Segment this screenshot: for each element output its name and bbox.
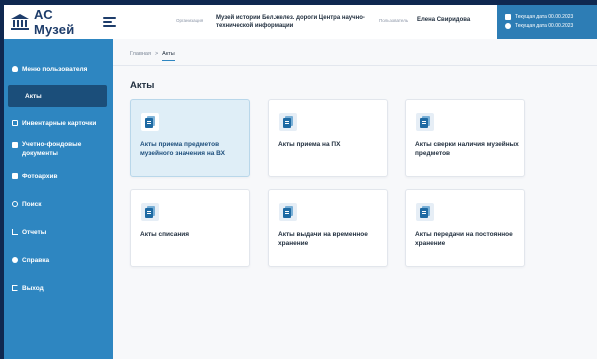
- document-icon: [416, 113, 434, 131]
- date-today-text: Текущая дата 00.00.2023: [515, 13, 574, 20]
- sidebar-item-help[interactable]: Справка: [4, 251, 113, 269]
- sidebar-item-acts[interactable]: Акты: [8, 85, 107, 107]
- date-panel: Текущая дата 00.00.2023 Текущая дата 00.…: [497, 5, 597, 39]
- document-icon: [279, 113, 297, 131]
- sidebar-item-label: Меню пользователя: [22, 65, 88, 73]
- breadcrumb: Главная > Акты: [130, 51, 175, 61]
- act-card-permanent-transfer[interactable]: Акты передачи на постоянное хранение: [405, 189, 525, 267]
- sidebar-item-label: Справка: [22, 256, 50, 264]
- calendar-icon: [505, 13, 511, 20]
- header-divider: [113, 65, 597, 66]
- breadcrumb-current: Акты: [162, 51, 175, 61]
- menu-toggle-icon[interactable]: [103, 17, 116, 27]
- camera-icon: [12, 173, 18, 179]
- sidebar-item-accounting-docs[interactable]: Учетно-фондовые документы: [4, 138, 113, 160]
- act-card-temporary-issue[interactable]: Акты выдачи на временное хранение: [268, 189, 388, 267]
- sidebar-item-label: Поиск: [22, 200, 42, 208]
- sidebar-item-label: Фотоархив: [22, 172, 58, 180]
- organization-name: Музей истории Бел.желез. дороги Центра н…: [216, 15, 365, 29]
- top-header: АС Музей Организация Музей истории Бел.ж…: [4, 5, 597, 39]
- date-current-text: Текущая дата 00.00.2023: [515, 22, 574, 29]
- sidebar-item-user-menu[interactable]: Меню пользователя: [4, 60, 113, 78]
- card-label: Акты сверки наличия музейных предметов: [415, 141, 519, 157]
- document-icon: [141, 113, 159, 131]
- app-logo[interactable]: АС Музей: [4, 5, 116, 39]
- sidebar-item-inventory-cards[interactable]: Инвентарные карточки: [4, 114, 113, 132]
- breadcrumb-separator: >: [154, 51, 159, 57]
- card-label: Акты приема на ПХ: [278, 141, 341, 148]
- card-icon: [12, 120, 18, 126]
- user-name[interactable]: Елена Свиридова: [417, 17, 470, 23]
- card-label: Акты списания: [140, 231, 190, 238]
- chart-icon: [12, 229, 18, 235]
- app-frame: АС Музей Организация Музей истории Бел.ж…: [0, 0, 597, 359]
- sidebar-item-label: Учетно-фондовые документы: [22, 141, 82, 157]
- app-title: АС Музей: [33, 7, 75, 37]
- sidebar-item-label: Отчеты: [22, 228, 47, 236]
- sidebar-item-photo-archive[interactable]: Фотоархив: [4, 167, 113, 185]
- act-card-acceptance-vh[interactable]: Акты приема предметов музейного значения…: [130, 99, 250, 177]
- card-label: Акты приема предметов музейного значения…: [140, 141, 225, 157]
- document-icon: [141, 203, 159, 221]
- user-icon: [12, 66, 18, 72]
- sidebar-item-label: Инвентарные карточки: [22, 119, 97, 127]
- breadcrumb-home[interactable]: Главная: [130, 51, 151, 57]
- document-icon: [416, 203, 434, 221]
- clock-icon: [505, 22, 511, 29]
- document-icon: [279, 203, 297, 221]
- sidebar-item-search[interactable]: Поиск: [4, 195, 113, 213]
- act-card-acceptance-ph[interactable]: Акты приема на ПХ: [268, 99, 388, 177]
- sidebar-item-label: Выход: [22, 284, 44, 292]
- box-icon: [12, 142, 18, 148]
- exit-icon: [12, 285, 18, 291]
- card-label: Акты передачи на постоянное хранение: [415, 231, 513, 247]
- search-icon: [12, 201, 18, 207]
- main-content: Главная > Акты Акты Акты приема предмето…: [113, 39, 597, 359]
- card-label: Акты выдачи на временное хранение: [278, 231, 368, 247]
- sidebar-item-reports[interactable]: Отчеты: [4, 223, 113, 241]
- page-title: Акты: [130, 80, 155, 91]
- act-card-reconciliation[interactable]: Акты сверки наличия музейных предметов: [405, 99, 525, 177]
- sidebar-item-label: Акты: [25, 92, 42, 100]
- sidebar-item-exit[interactable]: Выход: [4, 279, 113, 297]
- user-label: Пользователь: [379, 18, 409, 23]
- date-row-current: Текущая дата 00.00.2023: [505, 21, 597, 30]
- organization-label: Организация: [176, 18, 204, 23]
- sidebar: Меню пользователя Акты Инвентарные карто…: [4, 39, 113, 359]
- help-icon: [12, 257, 18, 263]
- date-row-today: Текущая дата 00.00.2023: [505, 12, 597, 21]
- museum-icon: [10, 14, 29, 30]
- act-card-write-off[interactable]: Акты списания: [130, 189, 250, 267]
